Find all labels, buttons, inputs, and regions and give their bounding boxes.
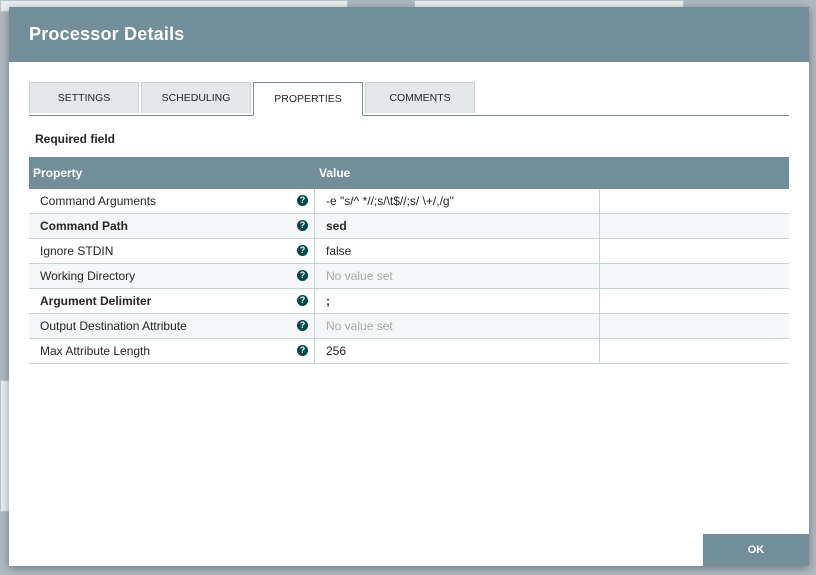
property-name: Working Directory [40,269,136,283]
table-row[interactable]: Command Arguments ? -e "s/^ *//;s/\t$//;… [29,189,789,214]
column-divider [599,189,600,213]
property-value[interactable]: ; [326,289,330,313]
property-name: Max Attribute Length [40,344,151,358]
table-row[interactable]: Argument Delimiter ? ; [29,289,789,314]
property-value[interactable]: sed [326,214,347,238]
tab-bar: SETTINGS SCHEDULING PROPERTIES COMMENTS [29,82,789,116]
tab-comments[interactable]: COMMENTS [365,82,475,113]
column-divider [314,214,315,238]
help-icon[interactable]: ? [297,195,308,206]
tab-properties[interactable]: PROPERTIES [253,82,363,116]
table-row[interactable]: Command Path ? sed [29,214,789,239]
required-field-label: Required field [35,132,116,146]
ok-button[interactable]: OK [703,534,809,566]
table-row[interactable]: Working Directory ? No value set [29,264,789,289]
tab-settings[interactable]: SETTINGS [29,82,139,113]
column-divider [314,314,315,338]
property-value[interactable]: false [326,239,351,263]
property-name: Ignore STDIN [40,244,114,258]
property-name: Command Arguments [40,194,157,208]
help-icon[interactable]: ? [297,295,308,306]
help-icon[interactable]: ? [297,270,308,281]
table-row[interactable]: Max Attribute Length ? 256 [29,339,789,364]
property-name: Argument Delimiter [40,294,152,308]
column-divider [314,264,315,288]
column-divider [314,239,315,263]
property-value[interactable]: No value set [326,314,393,338]
property-value[interactable]: 256 [326,339,346,363]
column-header-property[interactable]: Property [33,157,82,189]
property-name: Output Destination Attribute [40,319,187,333]
help-icon[interactable]: ? [297,320,308,331]
table-header: Property Value [29,157,789,189]
processor-details-dialog: Processor Details SETTINGS SCHEDULING PR… [9,7,809,566]
column-header-value[interactable]: Value [319,157,350,189]
table-row[interactable]: Output Destination Attribute ? No value … [29,314,789,339]
properties-table: Property Value Command Arguments ? -e "s… [29,157,789,364]
column-divider [314,289,315,313]
tab-scheduling[interactable]: SCHEDULING [141,82,251,113]
help-icon[interactable]: ? [297,220,308,231]
property-name: Command Path [40,219,129,233]
column-divider [599,214,600,238]
column-divider [599,314,600,338]
help-icon[interactable]: ? [297,245,308,256]
column-divider [314,189,315,213]
table-row[interactable]: Ignore STDIN ? false [29,239,789,264]
dialog-header: Processor Details [9,7,809,62]
property-value[interactable]: -e "s/^ *//;s/\t$//;s/ \+/,/g" [326,189,454,213]
column-divider [599,289,600,313]
column-divider [599,339,600,363]
column-divider [314,339,315,363]
help-icon[interactable]: ? [297,345,308,356]
dialog-title: Processor Details [29,24,185,44]
column-divider [599,264,600,288]
property-value[interactable]: No value set [326,264,393,288]
column-divider [599,239,600,263]
